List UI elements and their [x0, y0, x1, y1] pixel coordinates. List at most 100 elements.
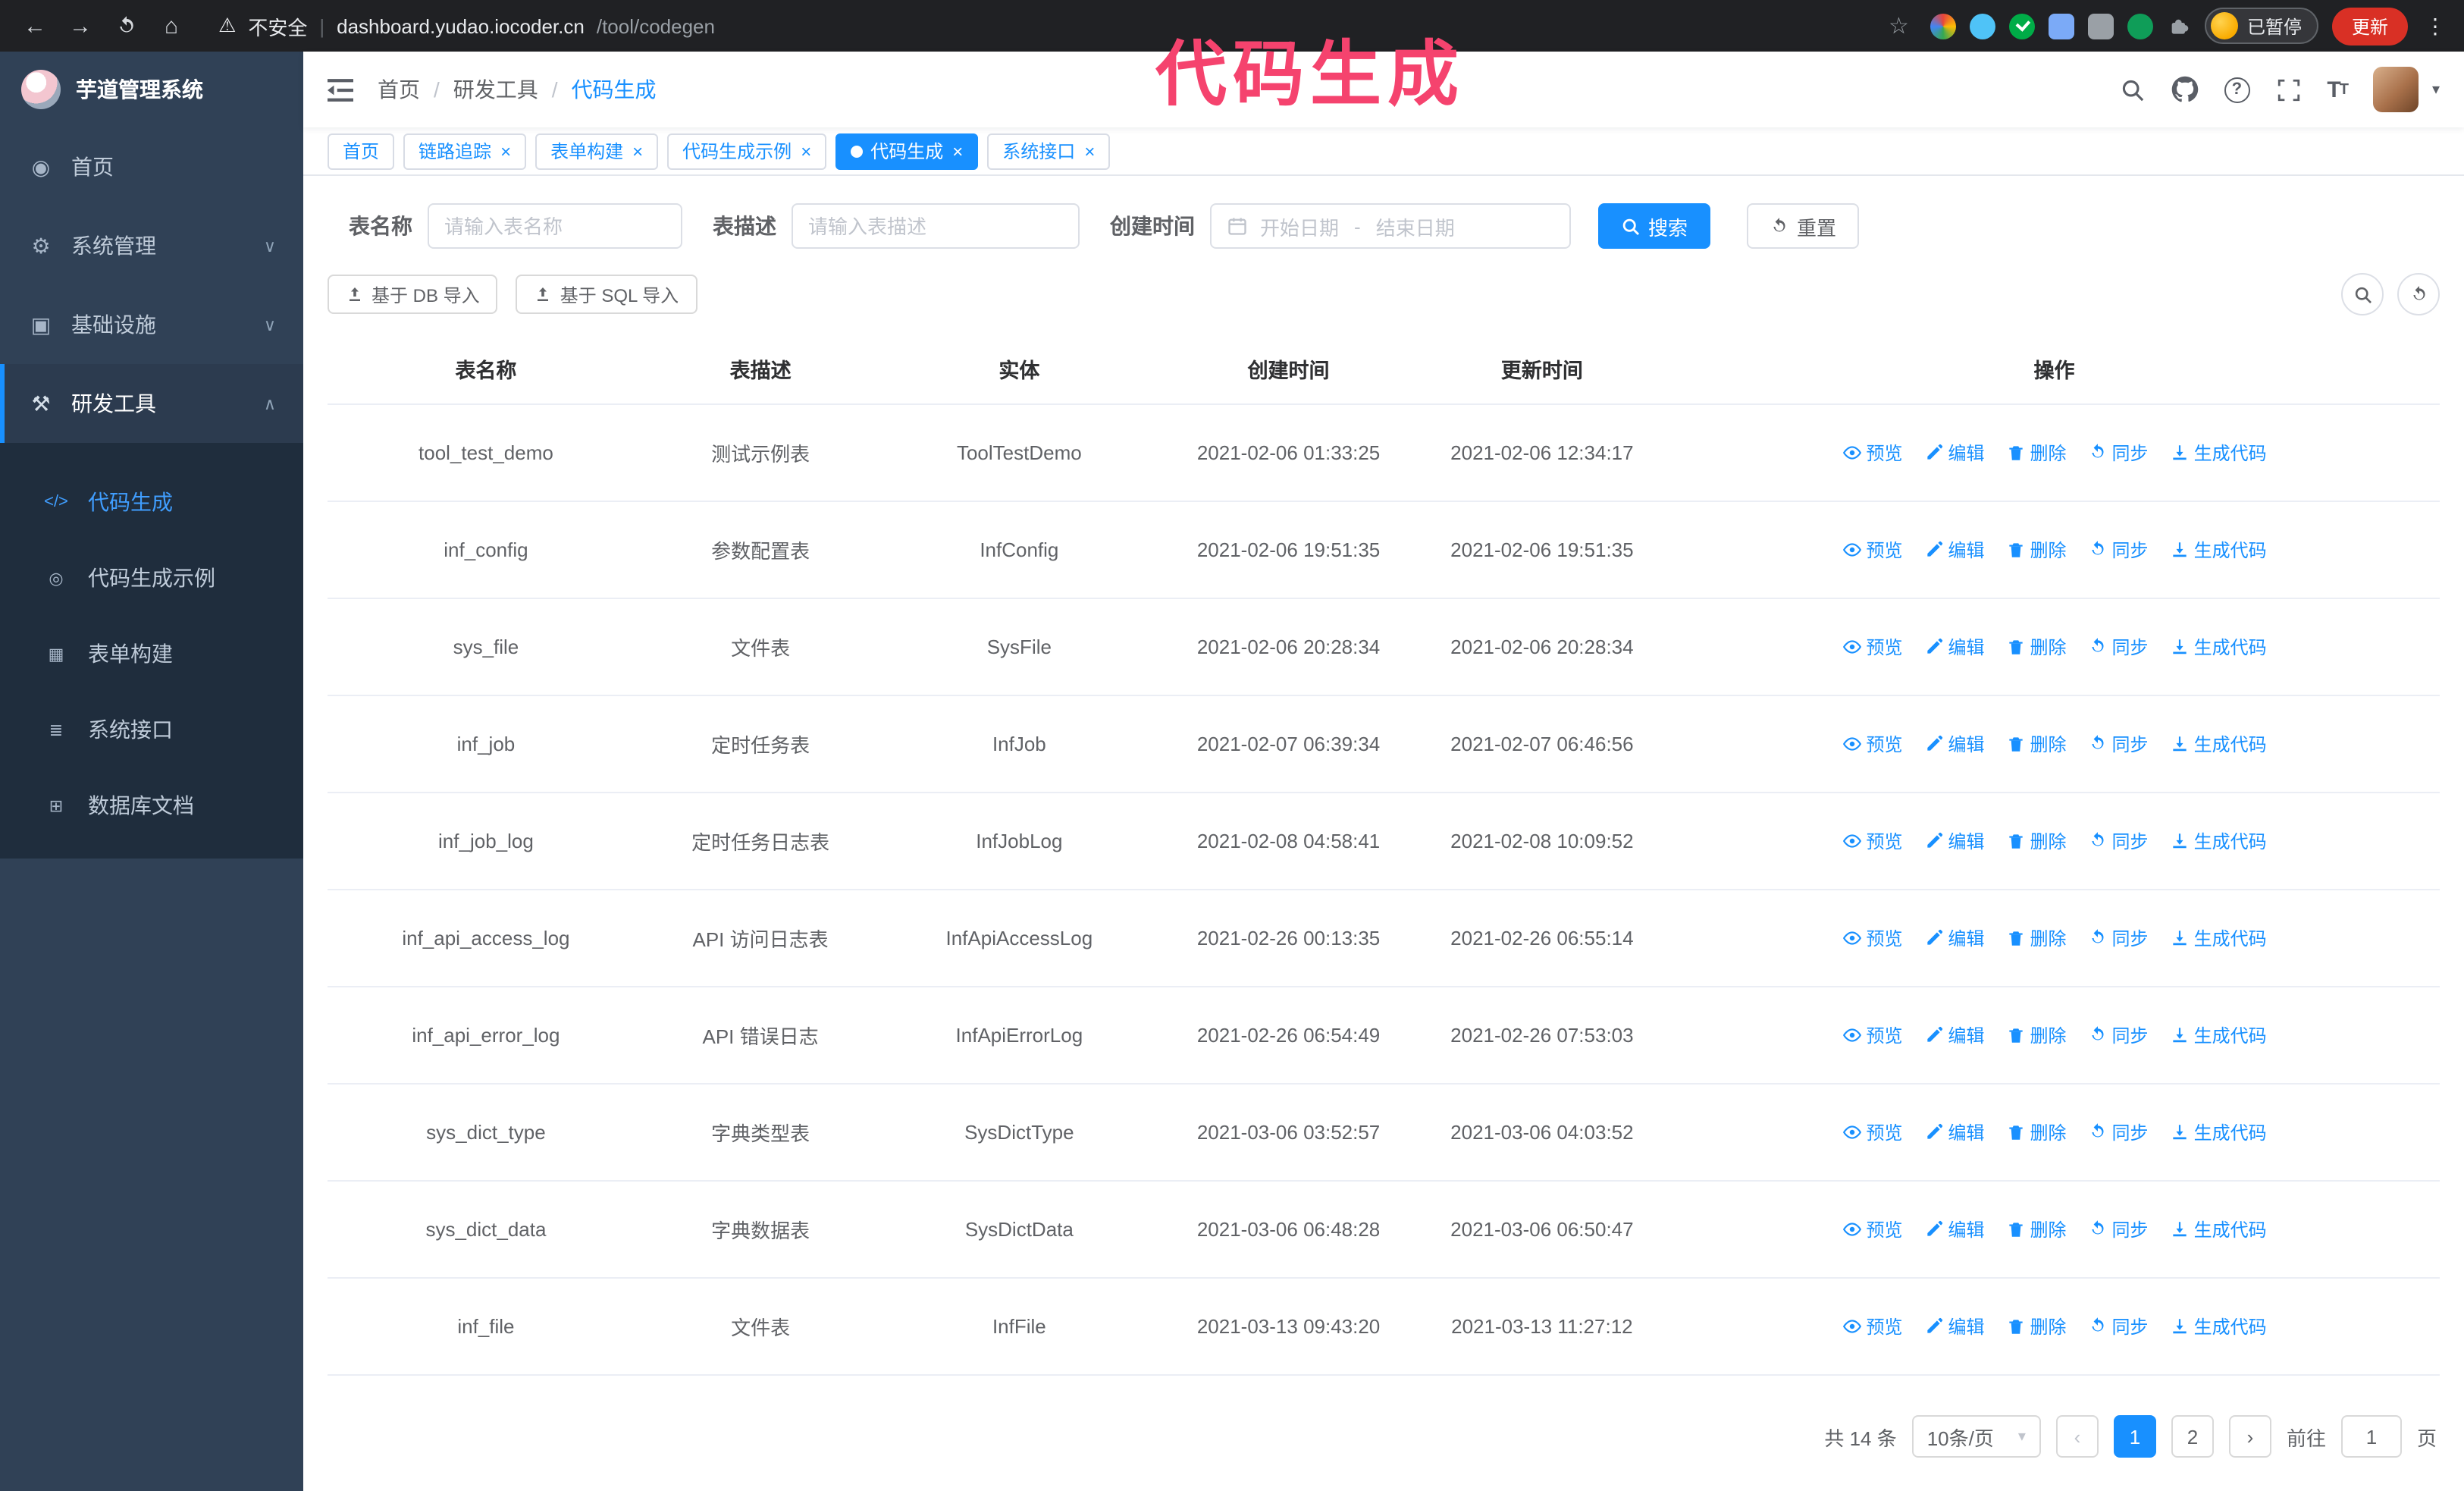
- reset-button[interactable]: 重置: [1747, 203, 1860, 249]
- page-1-button[interactable]: 1: [2113, 1415, 2156, 1458]
- sidebar-item-infrastructure[interactable]: ▣ 基础设施 ∨: [0, 285, 303, 364]
- generate-code-link[interactable]: 生成代码: [2170, 827, 2267, 853]
- close-tab-icon[interactable]: ×: [500, 142, 511, 160]
- delete-link[interactable]: 删除: [2006, 439, 2067, 465]
- profile-paused-badge[interactable]: 已暂停: [2204, 8, 2318, 44]
- delete-link[interactable]: 删除: [2006, 1216, 2067, 1241]
- sync-link[interactable]: 同步: [2088, 536, 2149, 562]
- avatar-caret-icon[interactable]: ▾: [2432, 81, 2440, 98]
- bookmark-icon[interactable]: ☆: [1889, 12, 1924, 39]
- sidebar-item-home[interactable]: ◉ 首页: [0, 127, 303, 206]
- sidebar-item-codegen[interactable]: </> 代码生成: [0, 464, 303, 540]
- delete-link[interactable]: 删除: [2006, 1119, 2067, 1144]
- generate-code-link[interactable]: 生成代码: [2170, 1022, 2267, 1047]
- font-size-icon[interactable]: TT: [2327, 77, 2349, 102]
- preview-link[interactable]: 预览: [1842, 439, 1902, 465]
- search-icon[interactable]: [2119, 77, 2145, 102]
- sync-link[interactable]: 同步: [2088, 1313, 2149, 1339]
- tab-form-builder[interactable]: 表单构建 ×: [535, 133, 659, 169]
- sidebar-item-dev-tools[interactable]: ⚒ 研发工具 ∧: [0, 364, 303, 443]
- extensions-puzzle-icon[interactable]: [2167, 14, 2191, 38]
- date-range-picker[interactable]: 开始日期 - 结束日期: [1210, 203, 1571, 249]
- preview-link[interactable]: 预览: [1842, 633, 1902, 659]
- generate-code-link[interactable]: 生成代码: [2170, 924, 2267, 950]
- edit-link[interactable]: 编辑: [1923, 1119, 1985, 1144]
- fullscreen-icon[interactable]: [2275, 77, 2301, 102]
- extension-box-icon[interactable]: [2087, 13, 2114, 39]
- close-tab-icon[interactable]: ×: [801, 142, 811, 160]
- table-desc-input[interactable]: [792, 203, 1080, 249]
- generate-code-link[interactable]: 生成代码: [2170, 1119, 2267, 1144]
- tab-home[interactable]: 首页: [328, 133, 395, 169]
- delete-link[interactable]: 删除: [2006, 1313, 2067, 1339]
- sync-link[interactable]: 同步: [2088, 924, 2149, 950]
- tab-codegen[interactable]: 代码生成 ×: [835, 133, 979, 169]
- generate-code-link[interactable]: 生成代码: [2170, 730, 2267, 756]
- preview-link[interactable]: 预览: [1842, 827, 1902, 853]
- table-name-input[interactable]: [428, 203, 682, 249]
- reload-icon[interactable]: [106, 6, 146, 46]
- edit-link[interactable]: 编辑: [1923, 924, 1985, 950]
- preview-link[interactable]: 预览: [1842, 1216, 1902, 1241]
- sidebar-item-codegen-example[interactable]: ◎ 代码生成示例: [0, 540, 303, 616]
- help-icon[interactable]: ?: [2224, 77, 2250, 102]
- delete-link[interactable]: 删除: [2006, 827, 2067, 853]
- extension-check-icon[interactable]: [2008, 13, 2035, 39]
- security-label[interactable]: 不安全: [248, 11, 307, 40]
- delete-link[interactable]: 删除: [2006, 536, 2067, 562]
- delete-link[interactable]: 删除: [2006, 730, 2067, 756]
- github-icon[interactable]: [2171, 76, 2198, 103]
- close-tab-icon[interactable]: ×: [1084, 142, 1095, 160]
- edit-link[interactable]: 编辑: [1923, 1313, 1985, 1339]
- preview-link[interactable]: 预览: [1842, 536, 1902, 562]
- search-button[interactable]: 搜索: [1598, 203, 1711, 249]
- sync-link[interactable]: 同步: [2088, 439, 2149, 465]
- preview-link[interactable]: 预览: [1842, 1022, 1902, 1047]
- browser-home-icon[interactable]: ⌂: [152, 6, 191, 46]
- extension-people-icon[interactable]: [2048, 13, 2074, 39]
- delete-link[interactable]: 删除: [2006, 1022, 2067, 1047]
- sidebar-item-db-docs[interactable]: ⊞ 数据库文档: [0, 767, 303, 843]
- sidebar-item-system-mgmt[interactable]: ⚙ 系统管理 ∨: [0, 206, 303, 285]
- tab-trace[interactable]: 链路追踪 ×: [403, 133, 527, 169]
- sidebar-item-system-api[interactable]: ≣ 系统接口: [0, 692, 303, 767]
- edit-link[interactable]: 编辑: [1923, 1022, 1985, 1047]
- extension-drop-icon[interactable]: [1969, 13, 1995, 39]
- sync-link[interactable]: 同步: [2088, 1022, 2149, 1047]
- tab-codegen-example[interactable]: 代码生成示例 ×: [667, 133, 827, 169]
- edit-link[interactable]: 编辑: [1923, 536, 1985, 562]
- delete-link[interactable]: 删除: [2006, 633, 2067, 659]
- breadcrumb-home[interactable]: 首页: [378, 74, 420, 105]
- back-icon[interactable]: ←: [15, 6, 55, 46]
- next-page-button[interactable]: ›: [2228, 1415, 2271, 1458]
- edit-link[interactable]: 编辑: [1923, 439, 1985, 465]
- generate-code-link[interactable]: 生成代码: [2170, 439, 2267, 465]
- generate-code-link[interactable]: 生成代码: [2170, 536, 2267, 562]
- preview-link[interactable]: 预览: [1842, 924, 1902, 950]
- sidebar-toggle-icon[interactable]: [328, 78, 353, 101]
- browser-update-button[interactable]: 更新: [2331, 7, 2408, 45]
- page-2-button[interactable]: 2: [2171, 1415, 2214, 1458]
- edit-link[interactable]: 编辑: [1923, 730, 1985, 756]
- forward-icon[interactable]: →: [61, 6, 100, 46]
- preview-link[interactable]: 预览: [1842, 1313, 1902, 1339]
- edit-link[interactable]: 编辑: [1923, 1216, 1985, 1241]
- sync-link[interactable]: 同步: [2088, 827, 2149, 853]
- page-size-select[interactable]: 10条/页 ▾: [1911, 1415, 2041, 1458]
- generate-code-link[interactable]: 生成代码: [2170, 1313, 2267, 1339]
- sync-link[interactable]: 同步: [2088, 730, 2149, 756]
- prev-page-button[interactable]: ‹: [2055, 1415, 2099, 1458]
- tab-system-api[interactable]: 系统接口 ×: [987, 133, 1111, 169]
- preview-link[interactable]: 预览: [1842, 1119, 1902, 1144]
- edit-link[interactable]: 编辑: [1923, 633, 1985, 659]
- sync-link[interactable]: 同步: [2088, 1216, 2149, 1241]
- goto-page-input[interactable]: [2340, 1415, 2402, 1458]
- delete-link[interactable]: 删除: [2006, 924, 2067, 950]
- extension-colorful-icon[interactable]: [1930, 13, 1956, 39]
- preview-link[interactable]: 预览: [1842, 730, 1902, 756]
- address-bar[interactable]: ⚠ 不安全 | dashboard.yudao.iocoder.cn/tool/…: [197, 11, 1924, 40]
- edit-link[interactable]: 编辑: [1923, 827, 1985, 853]
- generate-code-link[interactable]: 生成代码: [2170, 633, 2267, 659]
- toggle-search-button[interactable]: [2341, 273, 2384, 315]
- sidebar-item-form-builder[interactable]: ▦ 表单构建: [0, 616, 303, 692]
